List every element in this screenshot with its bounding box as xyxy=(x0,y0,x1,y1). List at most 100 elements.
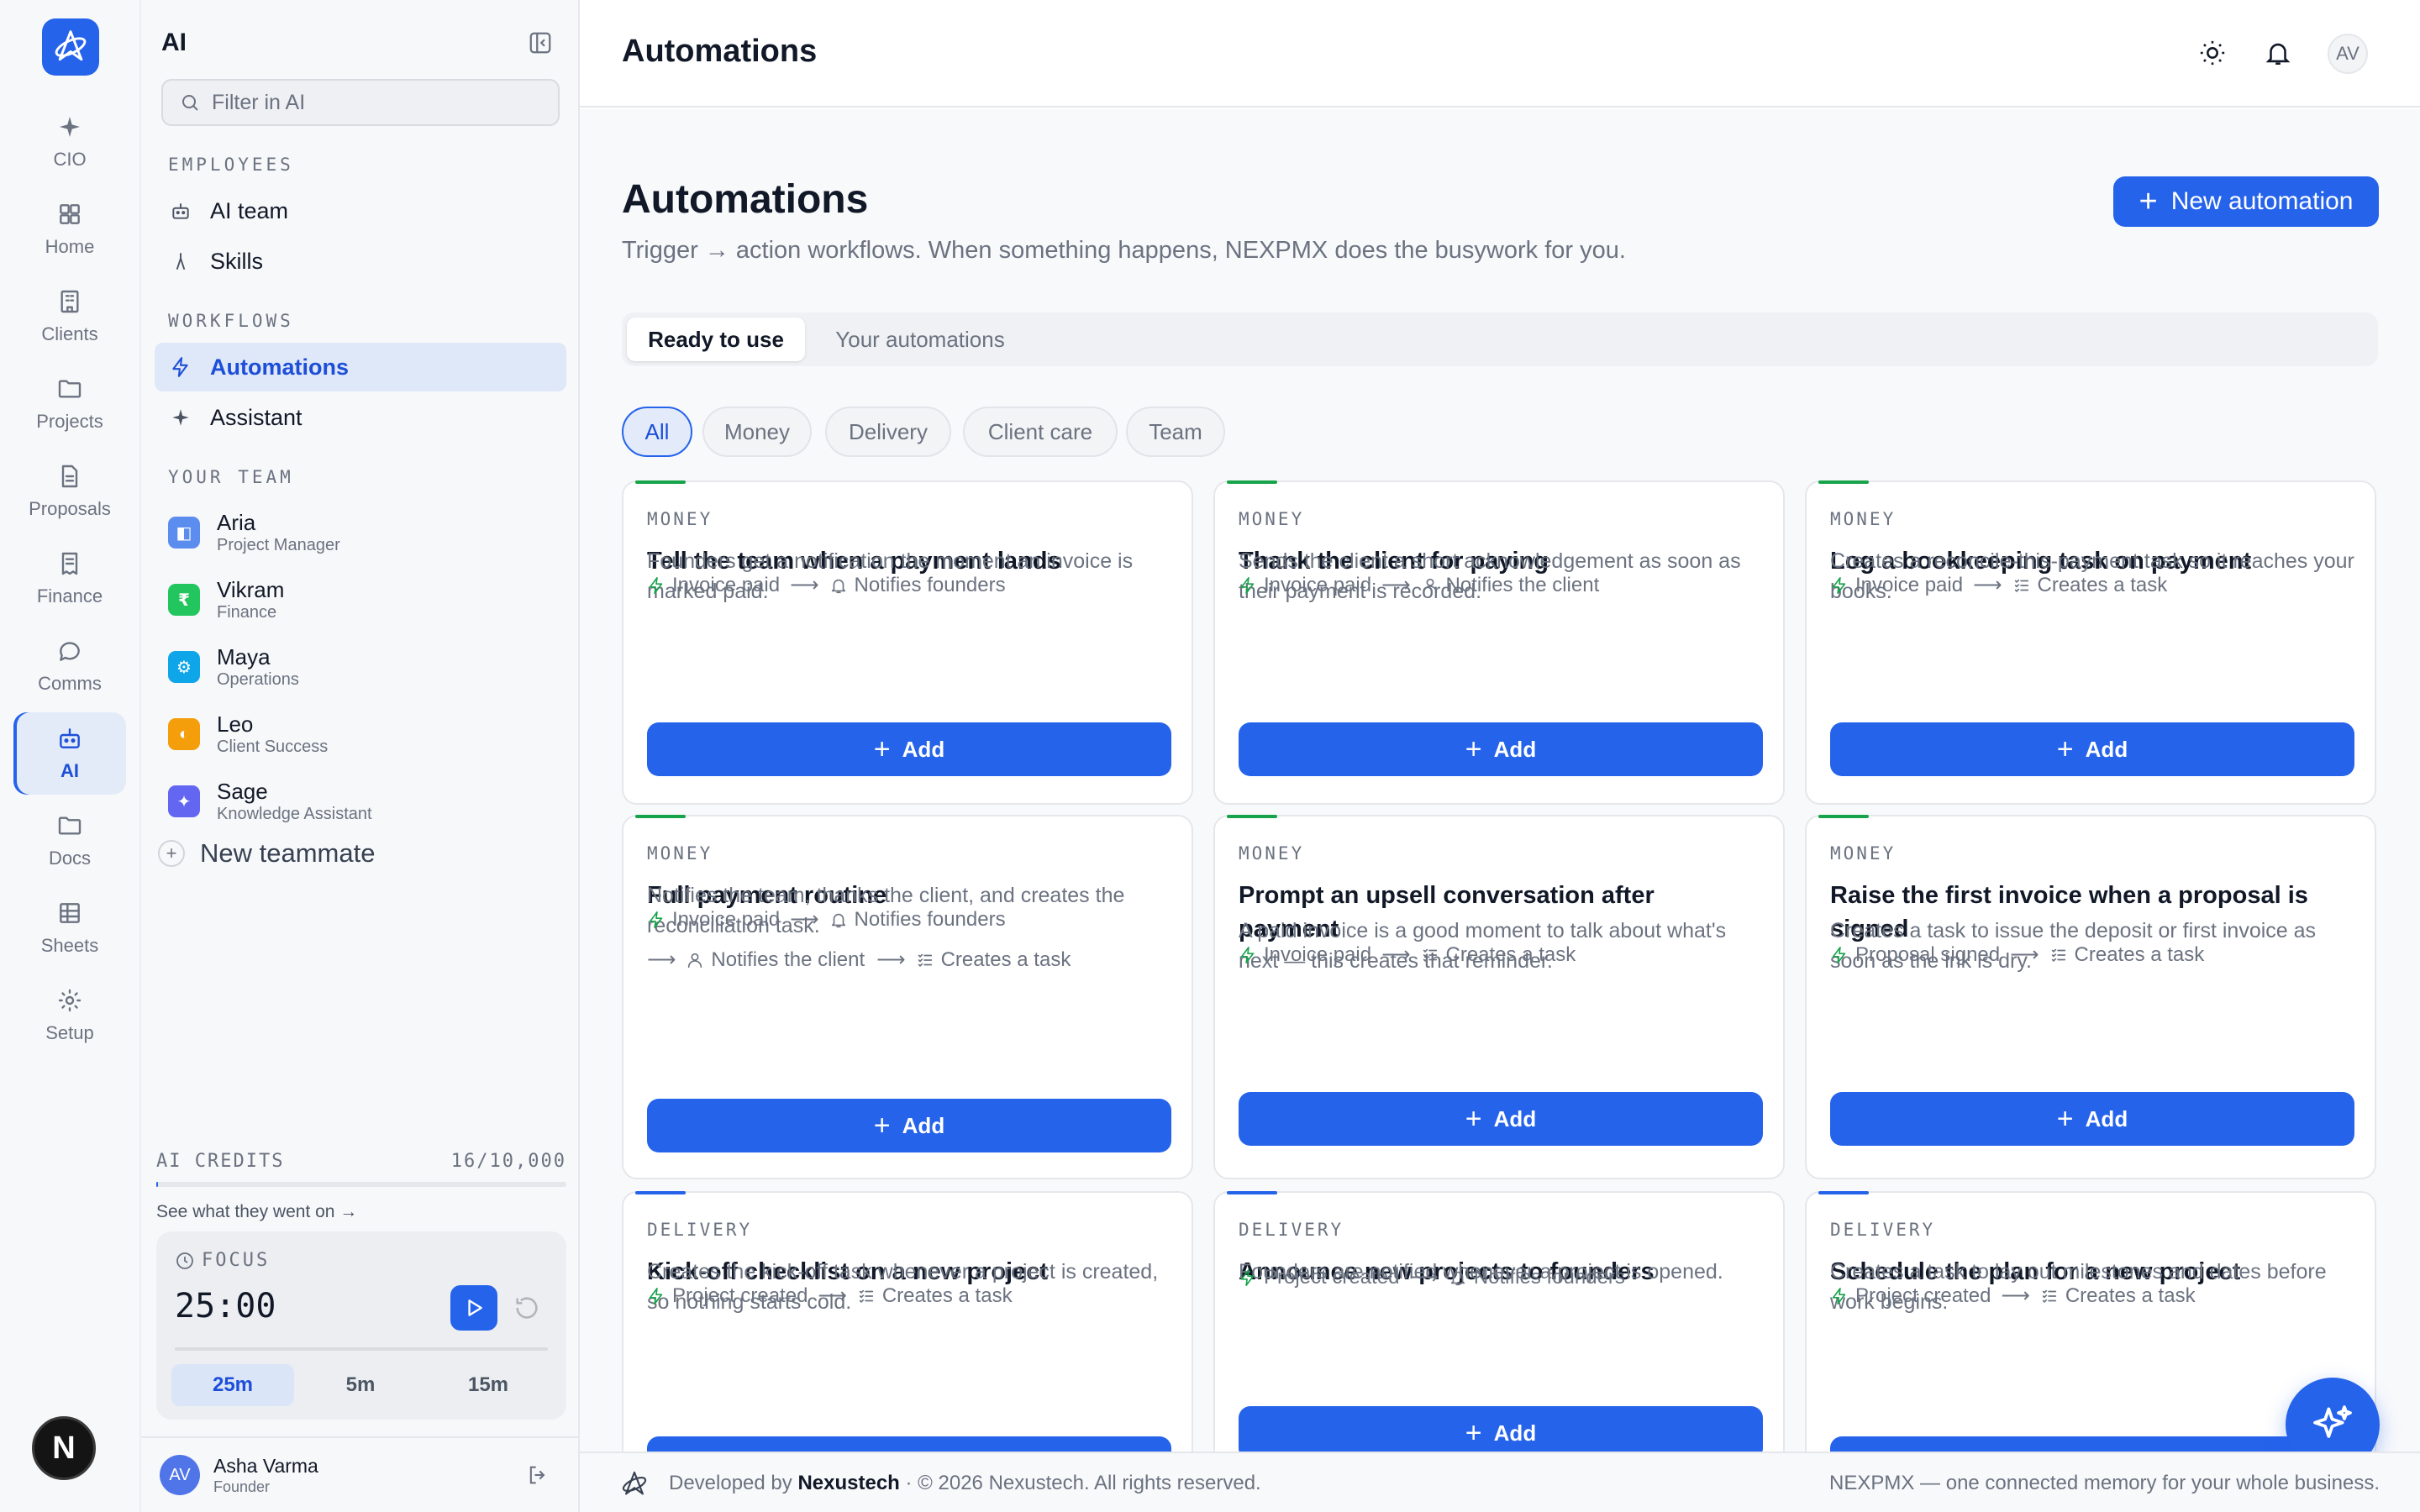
rail-item-comms[interactable]: Comms xyxy=(13,625,126,707)
card-flow-continued: ⟶ Notifies the client ⟶ Creates a task xyxy=(647,948,1071,972)
card-category: DELIVERY xyxy=(1830,1220,1936,1240)
automation-tabs: Ready to use Your automations xyxy=(622,312,2378,366)
filter-money[interactable]: Money xyxy=(702,407,812,457)
next-badge[interactable]: N xyxy=(32,1416,96,1480)
checklist-icon xyxy=(2051,948,2065,962)
tab-ready-to-use[interactable]: Ready to use xyxy=(627,318,805,361)
add-automation-button[interactable]: +Add xyxy=(1239,1406,1763,1452)
action-label: Notifies the client xyxy=(711,948,865,971)
category-accent xyxy=(635,815,686,818)
add-automation-button[interactable]: +Add xyxy=(647,1436,1171,1452)
rail-item-ai[interactable]: AI xyxy=(13,712,126,795)
rail-item-clients[interactable]: Clients xyxy=(13,276,126,358)
sidebar-search[interactable] xyxy=(161,79,560,126)
bolt-icon xyxy=(1240,946,1255,963)
reset-icon[interactable] xyxy=(513,1294,541,1322)
rail-item-label: Projects xyxy=(36,411,103,432)
category-accent xyxy=(635,1191,686,1194)
preset-15m[interactable]: 15m xyxy=(427,1364,550,1406)
trigger-label: Project created xyxy=(1855,1284,1991,1307)
collapse-sidebar-icon[interactable] xyxy=(528,30,553,55)
add-automation-button[interactable]: +Add xyxy=(1830,1092,2354,1146)
sidebar-item-automations[interactable]: Automations xyxy=(155,343,566,391)
filter-all[interactable]: All xyxy=(622,407,692,457)
add-automation-button[interactable]: +Add xyxy=(647,722,1171,776)
category-accent xyxy=(1818,480,1869,484)
team-member-aria[interactable]: ◧ Aria Project Manager xyxy=(168,502,563,563)
bolt-icon xyxy=(1832,576,1846,594)
bolt-icon xyxy=(649,911,663,928)
rail-item-docs[interactable]: Docs xyxy=(13,800,126,882)
avatar: AV xyxy=(160,1455,200,1495)
rail-item-projects[interactable]: Projects xyxy=(13,363,126,445)
logo-icon xyxy=(55,30,87,61)
receipt-icon xyxy=(61,552,78,575)
play-button[interactable] xyxy=(450,1285,497,1331)
member-avatar: ₹ xyxy=(168,584,200,616)
add-automation-button[interactable]: +Add xyxy=(1239,1092,1763,1146)
arrow: ⟶ xyxy=(876,948,906,971)
team-member-sage[interactable]: ✦ Sage Knowledge Assistant xyxy=(168,771,563,832)
user-icon xyxy=(688,953,702,968)
arrow: ⟶ xyxy=(1381,943,1411,966)
add-automation-button[interactable]: +Add xyxy=(1239,722,1763,776)
filter-delivery[interactable]: Delivery xyxy=(825,407,951,457)
topbar-avatar[interactable]: AV xyxy=(2328,34,2368,74)
rail-item-cio[interactable]: CIO xyxy=(13,101,126,183)
credits-usage-link[interactable]: See what they went on → xyxy=(156,1202,566,1222)
rail-item-proposals[interactable]: Proposals xyxy=(13,450,126,533)
rail-item-sheets[interactable]: Sheets xyxy=(13,887,126,969)
add-automation-button[interactable]: +Add xyxy=(1830,722,2354,776)
credits-bar xyxy=(156,1182,566,1187)
footer-prefix: Developed by xyxy=(669,1472,792,1494)
trigger-label: Invoice paid xyxy=(1264,573,1372,596)
app-logo[interactable] xyxy=(42,18,99,76)
card-flow: Invoice paid ⟶ Notifies the client xyxy=(1239,573,1599,597)
automation-card: DELIVERY Kick-off checklist on a new proj… xyxy=(622,1191,1193,1452)
new-teammate-button[interactable]: + New teammate xyxy=(158,838,375,869)
plus-icon: + xyxy=(2056,733,2074,765)
trigger-label: Invoice paid xyxy=(672,907,781,931)
logout-icon[interactable] xyxy=(526,1463,550,1487)
card-flow: Invoice paid ⟶ Notifies founders xyxy=(647,907,1006,932)
rail-item-finance[interactable]: Finance xyxy=(13,538,126,620)
user-profile[interactable]: AV Asha Varma Founder xyxy=(141,1436,580,1512)
trigger-label: Invoice paid xyxy=(1855,573,1964,596)
team-member-vikram[interactable]: ₹ Vikram Finance xyxy=(168,570,563,630)
member-avatar: ⚙ xyxy=(168,651,200,683)
arrow: ⟶ xyxy=(1973,574,2002,596)
add-automation-button[interactable]: +Add xyxy=(647,1099,1171,1152)
team-member-leo[interactable]: ◐ Leo Client Success xyxy=(168,704,563,764)
rail-item-home[interactable]: Home xyxy=(13,188,126,270)
user-icon xyxy=(1423,578,1437,593)
filter-client-care[interactable]: Client care xyxy=(963,407,1118,457)
checklist-icon xyxy=(918,953,932,967)
new-automation-button[interactable]: + New automation xyxy=(2113,176,2379,227)
rail-item-label: Clients xyxy=(41,323,98,344)
add-automation-button[interactable]: +Add xyxy=(1830,1436,2354,1452)
tab-your-automations[interactable]: Your automations xyxy=(813,318,1027,361)
member-avatar: ◧ xyxy=(168,517,200,549)
sidebar-item-assistant[interactable]: Assistant xyxy=(155,393,566,442)
preset-25m[interactable]: 25m xyxy=(171,1364,294,1406)
arrow: ⟶ xyxy=(1409,1266,1439,1289)
filter-team[interactable]: Team xyxy=(1126,407,1225,457)
footer-brand[interactable]: Nexustech xyxy=(797,1472,899,1494)
theme-toggle-icon[interactable] xyxy=(2198,39,2227,67)
sidebar: AI EMPLOYEES AI team Skills WORKFLOWS Au… xyxy=(141,0,580,1512)
preset-5m[interactable]: 5m xyxy=(299,1364,422,1406)
rail-item-label: Docs xyxy=(48,848,92,869)
rail-item-setup[interactable]: Setup xyxy=(13,974,126,1057)
member-name: Leo xyxy=(217,711,254,737)
footer-logo-icon xyxy=(622,1471,647,1495)
action-label: Creates a task xyxy=(2065,1284,2196,1307)
footer-copyright: · © 2026 Nexustech. All rights reserved. xyxy=(905,1472,1261,1494)
search-input[interactable] xyxy=(212,90,548,115)
card-flow: Project created ⟶ Creates a task xyxy=(647,1284,1013,1308)
sidebar-item-ai-team[interactable]: AI team xyxy=(155,186,566,235)
top-bar: Automations AV xyxy=(580,0,2420,108)
notifications-bell-icon[interactable] xyxy=(2264,39,2292,67)
sidebar-item-skills[interactable]: Skills xyxy=(155,237,566,286)
team-member-maya[interactable]: ⚙ Maya Operations xyxy=(168,637,563,697)
bell-icon xyxy=(1450,1271,1465,1285)
